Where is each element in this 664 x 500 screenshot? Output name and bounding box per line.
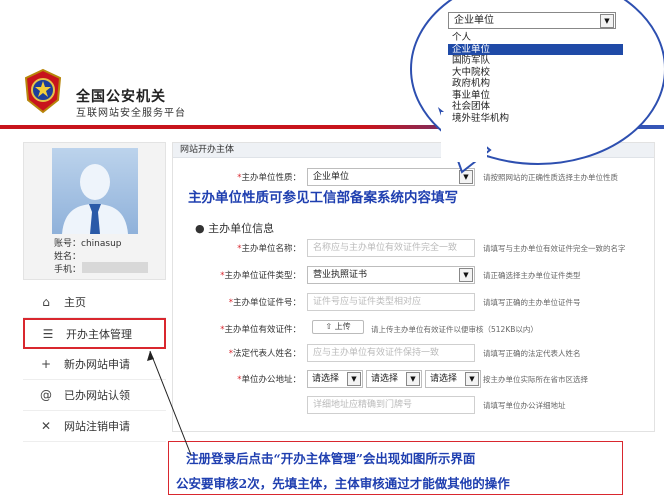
star-icon: ★★ <box>622 70 651 90</box>
phone-row: 手机： <box>54 262 81 275</box>
option-foreign-org[interactable]: 境外驻华机构 <box>448 113 623 125</box>
unit-nature-row: *主办单位性质： 企业单位 ▼ 请按照网站的正确性质选择主办单位性质 <box>173 168 653 186</box>
nav-item-label: 已办网站认领 <box>64 389 130 402</box>
option-government[interactable]: 政府机构 <box>448 78 623 90</box>
option-military[interactable]: 国防军队 <box>448 55 623 67</box>
nav-item-label: 网站注销申请 <box>64 420 130 433</box>
nav-item-label: 新办网站申请 <box>64 358 130 371</box>
unit-nature-select[interactable]: 企业单位 ▼ <box>307 168 475 186</box>
office-address-label: *单位办公地址： <box>237 375 301 385</box>
unit-name-input[interactable]: 名称应与主办单位有效证件完全一致 <box>307 239 475 257</box>
police-emblem-logo <box>22 68 64 114</box>
nature-options-list: 个人 企业单位 国防军队 大中院校 政府机构 事业单位 社会团体 境外驻华机构 <box>448 32 623 124</box>
unit-name-label: *主办单位名称： <box>237 244 301 254</box>
avatar <box>52 148 138 234</box>
cert-type-label: *主办单位证件类型： <box>220 271 301 281</box>
phone-label: 手机： <box>54 265 82 275</box>
home-icon: ⌂ <box>42 295 50 309</box>
province-select[interactable]: 请选择 ▼ <box>307 370 363 388</box>
instruction-line-1: 注册登录后点击“开办主体管理”会出现如图所示界面 <box>186 451 476 466</box>
nav-item-home[interactable]: ⌂ 主页 <box>23 287 166 318</box>
nav-item-label: 主页 <box>64 296 86 309</box>
name-row: 姓名： <box>54 249 81 262</box>
chevron-down-icon: ▼ <box>347 372 361 386</box>
legal-rep-label: *法定代表人姓名： <box>228 349 301 359</box>
site-title: 全国公安机关 <box>76 89 166 105</box>
address-detail-input[interactable]: 详细地址应精确到门牌号 <box>307 396 475 414</box>
legal-rep-row: *法定代表人姓名： 应与主办单位有效证件保持一致 请填写正确的法定代表人姓名 <box>173 344 653 362</box>
nav-item-claim-site[interactable]: @ 已办网站认领 <box>23 380 166 411</box>
account-label: 账号： <box>54 239 82 249</box>
upload-button[interactable]: ⇧ 上传 <box>312 320 364 334</box>
option-social-group[interactable]: 社会团体 <box>448 101 623 113</box>
nav-item-entity-management[interactable]: ☰ 开办主体管理 <box>23 318 166 349</box>
unit-nature-annotation: 主办单位性质可参见工信部备案系统内容填写 <box>188 190 458 206</box>
office-address-hint: 按主办单位实际所在省市区选择 <box>483 375 588 384</box>
address-detail-hint: 请填写单位办公详细地址 <box>483 401 566 410</box>
cert-type-select[interactable]: 营业执照证书 ▼ <box>307 266 475 284</box>
unit-name-hint: 请填写与主办单位有效证件完全一致的名字 <box>483 244 626 253</box>
at-icon: @ <box>40 388 52 402</box>
sidebar-nav: ⌂ 主页 ☰ 开办主体管理 + 新办网站申请 @ 已办网站认领 ✕ 网站注销申请 <box>23 287 166 442</box>
close-icon: ✕ <box>40 419 52 433</box>
option-university[interactable]: 大中院校 <box>448 67 623 79</box>
nav-item-new-site[interactable]: + 新办网站申请 <box>23 349 166 380</box>
legal-rep-input[interactable]: 应与主办单位有效证件保持一致 <box>307 344 475 362</box>
unit-nature-label: *主办单位性质： <box>237 173 301 183</box>
section-title: ● 主办单位信息 <box>195 222 275 235</box>
option-personal[interactable]: 个人 <box>448 32 623 44</box>
nav-item-label: 开办主体管理 <box>66 327 132 341</box>
city-select[interactable]: 请选择 ▼ <box>366 370 422 388</box>
cert-type-row: *主办单位证件类型： 营业执照证书 ▼ 请正确选择主办单位证件类型 <box>173 266 653 284</box>
cert-no-label: *主办单位证件号： <box>228 298 301 308</box>
plus-icon: + <box>40 357 52 371</box>
instruction-box: 注册登录后点击“开办主体管理”会出现如图所示界面 公安要审核2次，先填主体，主体… <box>168 441 623 495</box>
cert-file-hint: 请上传主办单位有效证件以便审核（512KB以内） <box>371 325 538 334</box>
district-select[interactable]: 请选择 ▼ <box>425 370 481 388</box>
upload-icon: ⇧ <box>325 322 333 331</box>
cert-no-row: *主办单位证件号： 证件号应与证件类型相对应 请填写正确的主办单位证件号 <box>173 293 653 311</box>
cert-type-hint: 请正确选择主办单位证件类型 <box>483 271 581 280</box>
cert-no-hint: 请填写正确的主办单位证件号 <box>483 298 581 307</box>
header-divider <box>0 125 664 129</box>
nav-item-cancel-site[interactable]: ✕ 网站注销申请 <box>23 411 166 442</box>
account-value: chinasup <box>81 239 122 249</box>
cert-file-label: *主办单位有效证件： <box>220 325 301 335</box>
option-public-institution[interactable]: 事业单位 <box>448 90 623 102</box>
address-detail-row: 详细地址应精确到门牌号 请填写单位办公详细地址 <box>173 396 653 414</box>
chevron-down-icon: ▼ <box>465 372 479 386</box>
popup-nature-select[interactable]: 企业单位 ▼ <box>448 12 616 29</box>
chevron-down-icon: ▼ <box>459 268 473 282</box>
list-icon: ☰ <box>42 326 54 341</box>
chevron-down-icon: ▼ <box>600 14 614 28</box>
legal-rep-hint: 请填写正确的法定代表人姓名 <box>483 349 581 358</box>
chevron-down-icon: ▼ <box>406 372 420 386</box>
option-enterprise[interactable]: 企业单位 <box>448 43 623 55</box>
account-row: 账号：chinasup <box>54 236 122 249</box>
phone-value-redacted <box>82 262 148 273</box>
unit-nature-hint: 请按照网站的正确性质选择主办单位性质 <box>483 173 618 182</box>
cert-no-input[interactable]: 证件号应与证件类型相对应 <box>307 293 475 311</box>
unit-name-row: *主办单位名称： 名称应与主办单位有效证件完全一致 请填写与主办单位有效证件完全… <box>173 239 653 257</box>
cert-file-row: *主办单位有效证件： ⇧ 上传 请上传主办单位有效证件以便审核（512KB以内） <box>173 320 653 338</box>
panel-title: 网站开办主体 <box>173 143 654 158</box>
profile-card: 账号：chinasup 姓名： 手机： <box>23 142 166 280</box>
instruction-line-2: 公安要审核2次，先填主体，主体审核通过才能做其他的操作 <box>176 476 510 491</box>
name-label: 姓名： <box>54 252 82 262</box>
site-subtitle: 互联网站安全服务平台 <box>76 108 186 119</box>
office-address-row: *单位办公地址： 请选择 ▼ 请选择 ▼ 请选择 ▼ 按主办单位实际所在省市区选… <box>173 370 653 388</box>
chevron-down-icon: ▼ <box>459 170 473 184</box>
